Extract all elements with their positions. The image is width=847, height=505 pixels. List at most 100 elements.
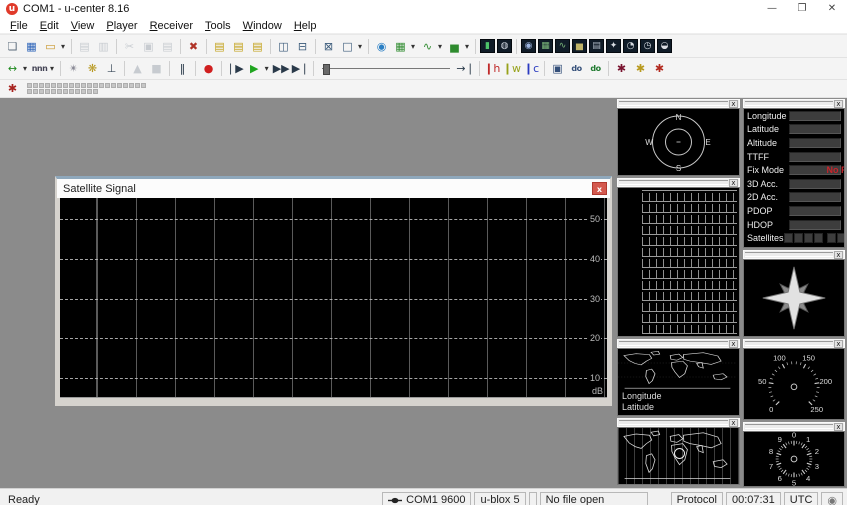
status-receiver-type[interactable]: u-blox 5 — [474, 492, 525, 505]
gauge-label: 150 — [802, 354, 815, 363]
camera-view-icon[interactable]: ▮ — [480, 39, 495, 53]
import-log-icon[interactable]: ▤ — [210, 38, 229, 55]
hdop-value — [789, 220, 841, 230]
chart-icon[interactable]: ∿ — [555, 39, 570, 53]
table-view-icon[interactable]: ▤ — [589, 39, 604, 53]
fast-forward-icon[interactable]: ▶▶ — [272, 60, 291, 77]
step-forward-icon[interactable]: ❘▶ — [225, 60, 245, 77]
cascade-windows-icon[interactable]: ⊟ — [293, 38, 312, 55]
satellite-signal-titlebar[interactable]: Satellite Signal x — [57, 179, 610, 198]
google-earth-icon[interactable]: ◉ — [372, 38, 391, 55]
dock-output-icon[interactable]: do — [567, 60, 586, 77]
close-compass-view-button[interactable]: x — [834, 251, 843, 259]
clock-icon[interactable]: ◷ — [640, 39, 655, 53]
antenna-icon[interactable]: ⊥ — [102, 60, 121, 77]
sky-view-grip[interactable]: x — [617, 99, 740, 108]
close-speedometer-button[interactable]: x — [834, 340, 843, 348]
pause-icon[interactable]: ‖ — [173, 60, 192, 77]
gauge-tick — [799, 442, 800, 445]
menu-bar: File Edit View Player Receiver Tools Win… — [0, 18, 847, 34]
status-com-port[interactable]: COM1 9600 — [382, 492, 471, 505]
flower-yellow-icon[interactable]: ✱ — [631, 60, 650, 77]
chart-dropdown-arrow[interactable]: ▾ — [435, 38, 445, 55]
close-data-view-button[interactable]: x — [834, 100, 843, 108]
warm-start-icon[interactable]: ❙w — [502, 60, 522, 77]
pdop-value — [789, 206, 841, 216]
menu-player[interactable]: Player — [100, 20, 143, 32]
data-view-grip[interactable]: x — [743, 99, 845, 108]
message-indicator-grid — [27, 83, 147, 94]
step-to-end-icon[interactable]: ▶❘ — [291, 60, 311, 77]
status-gear-icon[interactable]: ◉ — [821, 492, 843, 505]
menu-file[interactable]: File — [4, 20, 34, 32]
open-dropdown-arrow[interactable]: ▾ — [58, 38, 68, 55]
minimize-button[interactable]: — — [757, 0, 787, 18]
world-position-grip[interactable]: x — [617, 418, 740, 427]
close-button[interactable]: ✕ — [817, 0, 847, 18]
status-timezone[interactable]: UTC — [784, 492, 819, 505]
slider-track — [322, 68, 450, 69]
close-table-view-button[interactable]: x — [729, 179, 738, 187]
clock-grip[interactable]: x — [743, 422, 845, 431]
new-file-icon[interactable]: ❏ — [3, 38, 22, 55]
gauge-tick — [815, 383, 820, 384]
flower-red-icon[interactable]: ✱ — [650, 60, 669, 77]
status-protocol[interactable]: Protocol — [671, 492, 723, 505]
play-dropdown-arrow[interactable]: ▾ — [262, 60, 272, 77]
dock-output-active-icon[interactable]: do — [586, 60, 605, 77]
record-icon[interactable]: ● — [199, 60, 218, 77]
slider-handle[interactable] — [323, 64, 330, 75]
autobaud-icon[interactable]: ✴ — [64, 60, 83, 77]
play-position-slider[interactable] — [322, 62, 450, 76]
close-view-icon[interactable]: ⊠ — [319, 38, 338, 55]
hot-start-icon[interactable]: ❙h — [483, 60, 502, 77]
clear-view-icon[interactable]: ✖ — [184, 38, 203, 55]
export-log-icon[interactable]: ▤ — [229, 38, 248, 55]
save-icon[interactable]: ▦ — [22, 38, 41, 55]
menu-tools[interactable]: Tools — [199, 20, 237, 32]
messages-view-icon[interactable]: ▣ — [548, 60, 567, 77]
world-map-icon[interactable]: ▦ — [538, 39, 553, 53]
port-dropdown-arrow[interactable]: ▾ — [20, 60, 30, 77]
chart-gridline: 10 — [60, 378, 607, 379]
retransmit-icon[interactable]: ✱ — [3, 80, 22, 97]
flower-dark-red-icon[interactable]: ✱ — [612, 60, 631, 77]
histogram-icon[interactable]: ▅ — [572, 39, 587, 53]
altimeter-icon[interactable]: ◒ — [657, 39, 672, 53]
speedometer-grip[interactable]: x — [743, 339, 845, 348]
menu-receiver[interactable]: Receiver — [144, 20, 199, 32]
close-clock-button[interactable]: x — [834, 423, 843, 431]
menu-help[interactable]: Help — [288, 20, 323, 32]
restore-button[interactable]: ❐ — [787, 0, 817, 18]
compass-view-grip[interactable]: x — [743, 250, 845, 259]
baudrate-dropdown-arrow[interactable]: ▾ — [47, 60, 57, 77]
map-dropdown-arrow[interactable]: ▾ — [408, 38, 418, 55]
status-file[interactable]: No file open — [540, 492, 648, 505]
jump-to-end-icon[interactable]: →❘ — [455, 60, 475, 77]
close-sky-view-button[interactable]: x — [729, 100, 738, 108]
menu-view[interactable]: View — [65, 20, 101, 32]
speedometer-content: 050100150200250 — [743, 348, 845, 420]
ublox-bee-icon[interactable]: ❋ — [83, 60, 102, 77]
grip-groove — [745, 341, 833, 346]
speedometer-icon[interactable]: ◔ — [623, 39, 638, 53]
gauge-tick — [807, 463, 812, 464]
close-satellite-window-button[interactable]: x — [592, 182, 607, 195]
2d-acc-value — [789, 192, 841, 202]
map-view-grip[interactable]: x — [617, 339, 740, 348]
close-map-view-button[interactable]: x — [729, 340, 738, 348]
edit-log-icon[interactable]: ▤ — [248, 38, 267, 55]
menu-window[interactable]: Window — [237, 20, 288, 32]
menu-edit[interactable]: Edit — [34, 20, 65, 32]
tile-windows-icon[interactable]: ◫ — [274, 38, 293, 55]
views-dropdown-arrow[interactable]: ▾ — [355, 38, 365, 55]
gauge-tick — [811, 370, 813, 372]
cold-start-icon[interactable]: ❙c — [522, 60, 541, 77]
histogram-dropdown-arrow[interactable]: ▾ — [462, 38, 472, 55]
sky-view-icon[interactable]: ◍ — [497, 39, 512, 53]
2d-acc-label: 2D Acc. — [747, 192, 789, 202]
table-view-grip[interactable]: x — [617, 178, 740, 187]
compass-icon[interactable]: ✦ — [606, 39, 621, 53]
deviation-map-icon[interactable]: ◉ — [521, 39, 536, 53]
close-world-position-button[interactable]: x — [729, 419, 738, 427]
